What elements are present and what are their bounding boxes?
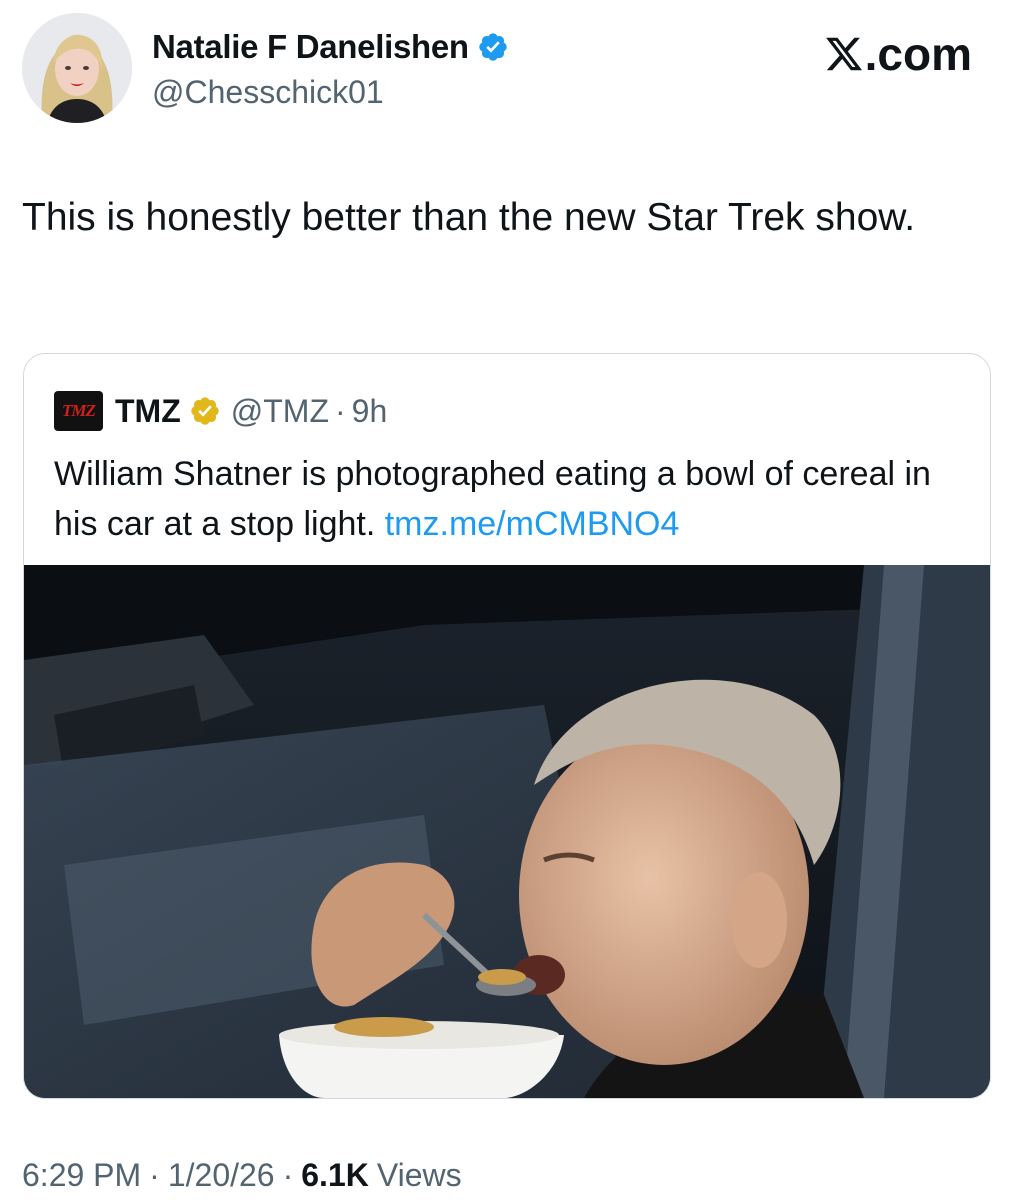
meta-separator: · xyxy=(149,1157,160,1193)
quoted-photo[interactable] xyxy=(24,565,990,1098)
brand-label: .com xyxy=(864,28,972,80)
meta-separator-2: · xyxy=(282,1157,294,1193)
tmz-logo-text: TMZ xyxy=(62,401,96,420)
tweet-date[interactable]: 1/20/26 xyxy=(168,1157,275,1194)
views-count[interactable]: 6.1K xyxy=(301,1157,369,1194)
author-handle[interactable]: @Chesschick01 xyxy=(152,74,509,111)
tmz-avatar[interactable]: TMZ xyxy=(54,391,103,431)
views-label: Views xyxy=(376,1157,462,1193)
gold-verified-badge-icon[interactable] xyxy=(189,395,221,427)
verified-badge-icon[interactable] xyxy=(477,31,509,63)
tweet-text: This is honestly better than the new Sta… xyxy=(22,196,916,239)
quoted-handle[interactable]: @TMZ xyxy=(231,393,329,430)
author-display-name[interactable]: Natalie F Danelishen xyxy=(152,28,469,66)
quoted-separator: · xyxy=(334,392,346,429)
quoted-text: William Shatner is photographed eating a… xyxy=(54,449,954,549)
avatar-portrait-icon xyxy=(22,13,132,123)
author-name-row: Natalie F Danelishen xyxy=(152,27,509,67)
x-logo-icon xyxy=(825,37,862,71)
author-avatar[interactable] xyxy=(22,13,132,123)
tweet-time[interactable]: 6:29 PM xyxy=(22,1157,141,1194)
quoted-tweet-header: TMZ TMZ @TMZ · 9h xyxy=(54,391,387,431)
tweet-author: Natalie F Danelishen @Chesschick01 xyxy=(152,27,509,111)
quoted-tweet-card[interactable]: TMZ TMZ @TMZ · 9h William Shatner is pho… xyxy=(23,353,991,1099)
quoted-display-name[interactable]: TMZ xyxy=(115,393,181,430)
brand-watermark: .com xyxy=(823,27,972,81)
tweet-meta: 6:29 PM · 1/20/26 · 6.1K Views xyxy=(22,1157,462,1194)
quoted-link[interactable]: tmz.me/mCMBNO4 xyxy=(385,505,680,543)
quoted-time[interactable]: 9h xyxy=(352,393,388,430)
